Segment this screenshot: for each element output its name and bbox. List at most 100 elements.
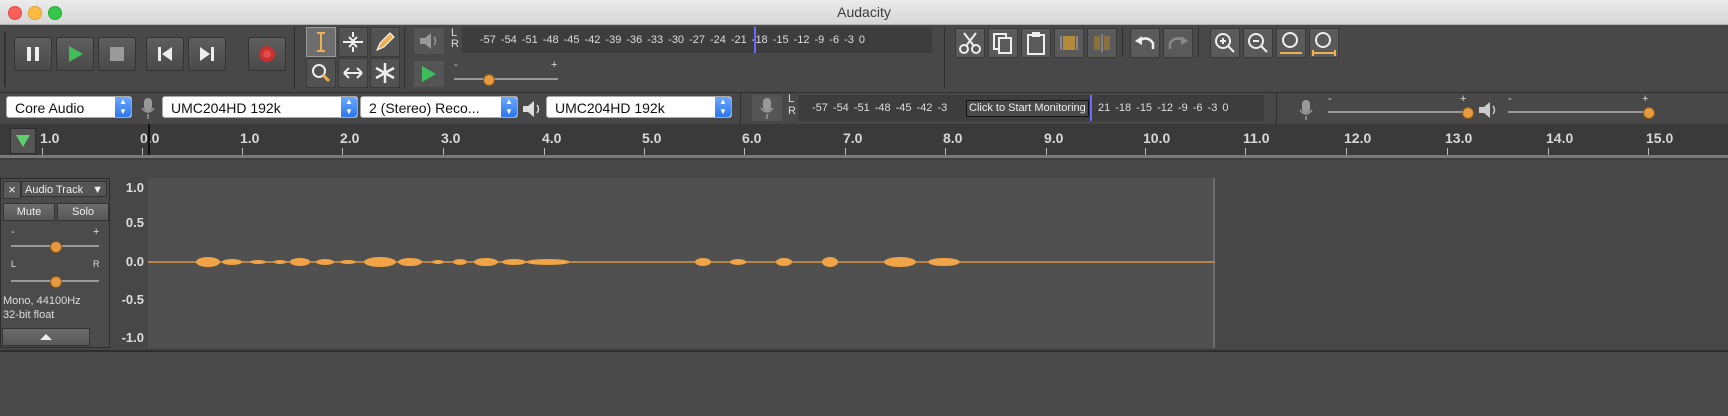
- waveform-clip[interactable]: [148, 178, 1215, 348]
- ruler-tick-label: 8.0: [943, 130, 963, 146]
- toolbar-grip[interactable]: [4, 31, 6, 87]
- meter-tick-label: -57: [812, 102, 828, 114]
- speed-plus-label: +: [551, 59, 558, 71]
- play-volume-slider[interactable]: [1508, 111, 1648, 113]
- envelope-icon: [343, 32, 363, 52]
- fit-selection-button[interactable]: [1276, 28, 1306, 58]
- ruler-tick: [42, 148, 43, 155]
- start-monitoring-label[interactable]: Click to Start Monitoring: [966, 100, 1089, 117]
- zoom-tool[interactable]: [306, 58, 336, 88]
- pan-right-label: R: [93, 259, 100, 269]
- pan-slider-thumb[interactable]: [50, 276, 62, 288]
- chevron-updown-icon: ▲ ▼: [715, 97, 731, 117]
- vscale-label: -0.5: [121, 292, 144, 307]
- play-speed-slider-track[interactable]: [454, 78, 558, 80]
- play-at-speed-button[interactable]: [414, 61, 444, 87]
- title-bar: Audacity: [0, 0, 1728, 25]
- meter-tick-label: 21: [1098, 102, 1111, 114]
- rec-volume-slider[interactable]: [1328, 111, 1466, 113]
- record-button[interactable]: [248, 37, 286, 71]
- playback-meter-button[interactable]: [414, 28, 444, 54]
- track-name: Audio Track: [25, 184, 84, 196]
- pause-button[interactable]: [14, 37, 52, 71]
- ruler-tick: [1046, 148, 1047, 155]
- chevron-updown-icon: ▲ ▼: [115, 97, 131, 117]
- empty-track-area[interactable]: [1215, 178, 1728, 348]
- zoom-out-icon: [1248, 33, 1268, 53]
- zoom-in-button[interactable]: [1210, 28, 1240, 58]
- zoom-out-button[interactable]: [1243, 28, 1273, 58]
- empty-project-area[interactable]: [0, 350, 1728, 416]
- play-volume-thumb[interactable]: [1643, 107, 1655, 119]
- collapse-track-button[interactable]: [2, 328, 90, 346]
- meter-tick-label: -45: [895, 102, 912, 114]
- meter-tick-label: -30: [668, 34, 685, 46]
- draw-tool[interactable]: [370, 27, 400, 57]
- fit-selection-icon: [1280, 32, 1302, 54]
- copy-icon: [993, 33, 1012, 54]
- fit-project-button[interactable]: [1309, 28, 1339, 58]
- meter-tick-label: -3: [937, 102, 948, 114]
- close-track-button[interactable]: ×: [3, 181, 21, 199]
- ruler-tick-label: 1.0: [40, 130, 60, 146]
- skip-to-end-button[interactable]: [188, 37, 226, 71]
- track-menu-button[interactable]: Audio Track ▼: [21, 181, 107, 197]
- meter-tick-label: -18: [1115, 102, 1132, 114]
- multi-tool[interactable]: [370, 58, 400, 88]
- record-meter-button[interactable]: [752, 95, 782, 121]
- vscale-label: 1.0: [125, 180, 144, 195]
- redo-button[interactable]: [1163, 28, 1193, 58]
- record-meter-scale-right: 21 -18 -15 -12 -9 -6 -3 0: [1098, 102, 1233, 122]
- ruler-tick-label: 11.0: [1243, 130, 1270, 146]
- pin-playhead-button[interactable]: [10, 128, 36, 154]
- copy-button[interactable]: [988, 28, 1018, 58]
- ruler-tick-label: 4.0: [542, 130, 562, 146]
- meter-tick-label: -33: [647, 34, 664, 46]
- track-control-panel: × Audio Track ▼ Mute Solo - + L R Mono, …: [0, 178, 110, 348]
- silence-button[interactable]: [1087, 28, 1117, 58]
- solo-button[interactable]: Solo: [57, 203, 109, 221]
- rec-volume-plus: +: [1460, 93, 1467, 105]
- meter-channel-r: R: [788, 105, 796, 117]
- gain-slider-thumb[interactable]: [50, 241, 62, 253]
- undo-button[interactable]: [1130, 28, 1160, 58]
- meter-tick-label: -51: [521, 34, 538, 46]
- vertical-scale[interactable]: 1.0 0.5 0.0 -0.5 -1.0: [110, 178, 149, 348]
- skip-to-start-button[interactable]: [146, 37, 184, 71]
- waveform: [148, 178, 1215, 348]
- pause-icon: [27, 47, 39, 61]
- ruler-tick-label: 2.0: [340, 130, 360, 146]
- play-volume-plus: +: [1642, 93, 1649, 105]
- skip-to-end-icon: [200, 47, 214, 61]
- meter-channel-r: R: [451, 38, 459, 50]
- meter-tick-label: -21: [730, 34, 747, 46]
- audio-host-select[interactable]: Core Audio ▲ ▼: [6, 96, 132, 118]
- rec-volume-thumb[interactable]: [1462, 107, 1474, 119]
- meter-tick-label: -36: [626, 34, 643, 46]
- stop-button[interactable]: [98, 37, 136, 71]
- playhead-marker: [148, 124, 150, 158]
- play-button[interactable]: [56, 37, 94, 71]
- playback-meter[interactable]: -57 -54 -51 -48 -45 -42 -39 -36 -33 -30 -27 -24 -21-…: [462, 27, 932, 53]
- record-meter[interactable]: -57 -54 -51 -48 -45 -42 -3 Click to Start Moni…: [798, 95, 1264, 121]
- paste-button[interactable]: [1021, 28, 1051, 58]
- gain-minus-label: -: [11, 226, 15, 238]
- selection-tool[interactable]: [306, 27, 336, 57]
- recording-channels-select[interactable]: 2 (Stereo) Reco... ▲ ▼: [360, 96, 518, 118]
- playback-device-value: UMC204HD 192k: [555, 100, 665, 116]
- time-shift-tool[interactable]: [338, 58, 368, 88]
- play-speed-slider-thumb[interactable]: [483, 74, 495, 86]
- mute-button[interactable]: Mute: [3, 203, 55, 221]
- chevron-updown-icon: ▲ ▼: [501, 97, 517, 117]
- cut-button[interactable]: [955, 28, 985, 58]
- timeline-ruler[interactable]: 1.00.01.02.03.04.05.06.07.08.09.010.011.…: [0, 124, 1728, 158]
- ruler-tick-label: 1.0: [240, 130, 260, 146]
- trim-button[interactable]: [1054, 28, 1084, 58]
- play-icon: [422, 66, 436, 82]
- ruler-tick-label: 15.0: [1646, 130, 1674, 146]
- meter-tick-label: -9: [1177, 102, 1188, 114]
- envelope-tool[interactable]: [338, 27, 368, 57]
- recording-device-select[interactable]: UMC204HD 192k ▲ ▼: [162, 96, 358, 118]
- ruler-tick: [744, 148, 745, 155]
- playback-device-select[interactable]: UMC204HD 192k ▲ ▼: [546, 96, 732, 118]
